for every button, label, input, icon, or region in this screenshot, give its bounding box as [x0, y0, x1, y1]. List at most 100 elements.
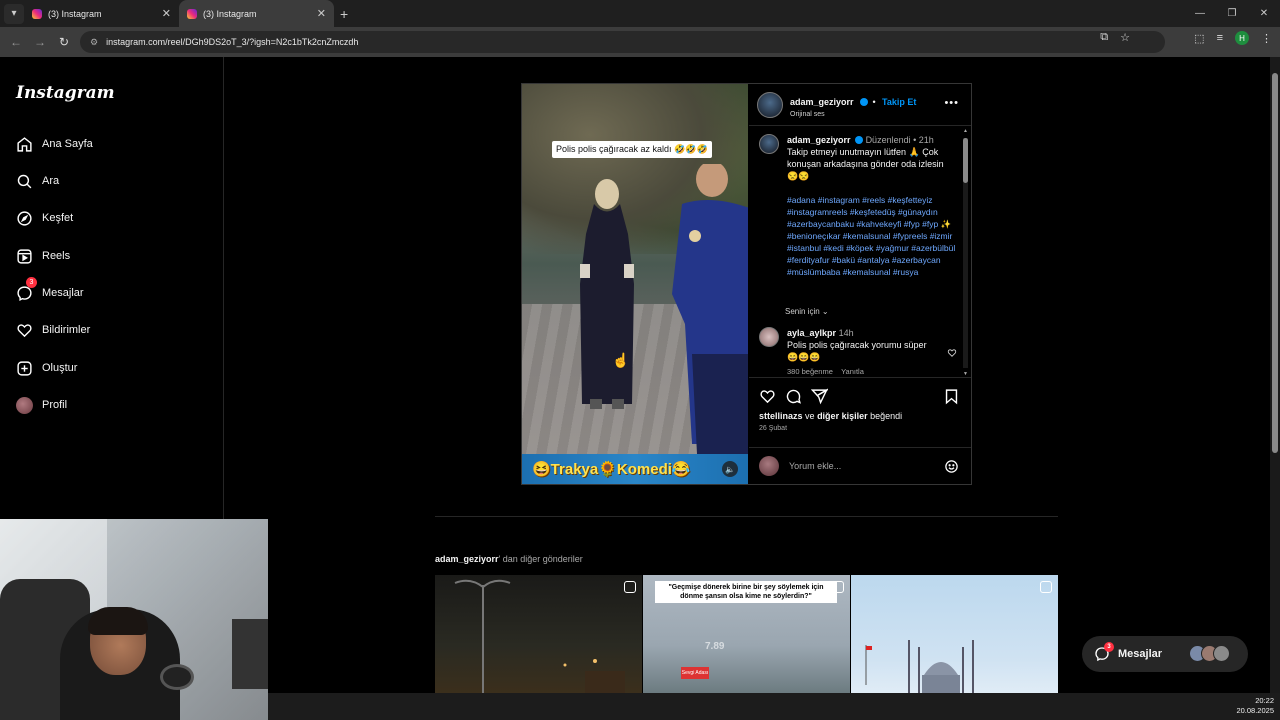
tab-close-icon[interactable]: ✕ — [162, 7, 171, 20]
more-options-icon[interactable]: ••• — [944, 97, 959, 109]
sidebar-item-label: Oluştur — [42, 362, 78, 374]
author-avatar[interactable] — [757, 91, 783, 118]
share-send-icon[interactable] — [811, 388, 828, 405]
night-street-image — [454, 579, 625, 693]
extensions-icon[interactable]: ⬚ — [1194, 32, 1204, 45]
author-avatar[interactable] — [759, 134, 779, 154]
new-tab-icon[interactable]: + — [340, 6, 348, 22]
commenter-avatar[interactable] — [759, 327, 779, 347]
sidebar-item-explore[interactable]: Keşfet — [16, 206, 73, 230]
forward-icon[interactable]: → — [28, 35, 52, 49]
video-caption-overlay: Polis polis çağıracak az kaldı 🤣🤣🤣 — [552, 141, 712, 158]
video-banner: 😆Trakya🌻Komedi😂 — [522, 454, 748, 484]
contact-avatar — [1213, 645, 1230, 662]
tab-title: (3) Instagram — [48, 8, 102, 19]
comment-input[interactable]: Yorum ekle... — [789, 461, 841, 471]
for-you-dropdown[interactable]: Senin için ⌄ — [785, 307, 829, 316]
likes-and: ve — [805, 411, 815, 421]
site-info-icon[interactable]: ⚙ — [90, 37, 98, 48]
likes-suffix: beğendi — [870, 411, 903, 421]
scroll-thumb[interactable] — [963, 138, 968, 183]
reel-type-icon — [832, 581, 844, 593]
back-icon[interactable]: ← — [4, 35, 28, 49]
sidebar-item-notifications[interactable]: Bildirimler — [16, 318, 90, 342]
sidebar-item-home[interactable]: Ana Sayfa — [16, 132, 93, 156]
floating-messages-label: Mesajlar — [1118, 648, 1163, 660]
sidebar-item-reels[interactable]: Reels — [16, 244, 70, 268]
sidebar-item-search[interactable]: Ara — [16, 169, 59, 193]
install-app-icon[interactable]: ⧉ — [1100, 31, 1108, 44]
video-person-officer — [672, 164, 748, 454]
menu-kebab-icon[interactable]: ⋮ — [1261, 32, 1272, 45]
reading-list-icon[interactable]: ≡ — [1217, 32, 1223, 44]
browser-tab-1[interactable]: (3) Instagram ✕ — [24, 0, 179, 27]
emoji-icon[interactable] — [944, 459, 959, 474]
reel-type-icon — [624, 581, 636, 593]
follow-button[interactable]: Takip Et — [882, 97, 916, 107]
sidebar-item-label: Reels — [42, 250, 71, 262]
comment-likes[interactable]: 380 beğenme — [787, 367, 833, 376]
sidebar-item-messages[interactable]: 3 Mesajlar — [16, 277, 84, 305]
page-scrollbar[interactable] — [1270, 57, 1280, 693]
browser-tab-2[interactable]: (3) Instagram ✕ — [179, 0, 334, 27]
sidebar-item-profile[interactable]: Profil — [16, 393, 67, 417]
webcam-overlay — [0, 519, 268, 720]
sidebar-item-label: Ara — [42, 175, 60, 187]
author-username[interactable]: adam_geziyorr — [790, 97, 854, 107]
verified-badge-icon — [859, 97, 868, 106]
caption-author[interactable]: adam_geziyorr — [787, 135, 851, 145]
comment-like-heart-icon[interactable] — [947, 348, 957, 358]
address-bar[interactable]: ⚙ instagram.com/reel/DGh9DS2oT_3/?igsh=N… — [80, 31, 1165, 53]
more-posts-title: adam_geziyorr' dan diğer gönderiler — [435, 554, 583, 564]
flag-icon — [865, 645, 872, 685]
webcam-shelf — [232, 619, 268, 689]
heart-icon — [17, 323, 32, 337]
instagram-favicon-icon — [32, 8, 42, 19]
like-heart-icon[interactable] — [759, 388, 776, 405]
bookmark-star-icon[interactable]: ☆ — [1120, 31, 1130, 44]
scroll-up-icon[interactable]: ▲ — [963, 128, 968, 134]
profile-avatar — [16, 396, 33, 414]
comments-section: adam_geziyorr Düzenlendi • 21h Takip etm… — [749, 126, 971, 378]
save-bookmark-icon[interactable] — [943, 388, 960, 405]
caption-hashtags[interactable]: #adana #instagram #reels #keşfetteyiz #i… — [787, 194, 957, 278]
floating-messages-button[interactable]: 3 Mesajlar — [1082, 636, 1248, 672]
tab-close-icon[interactable]: ✕ — [317, 7, 326, 20]
minimize-icon[interactable]: — — [1184, 0, 1216, 27]
thumbnail-sign: Sevgi Adası — [681, 667, 709, 679]
os-taskbar: 20:22 20.08.2025 — [268, 693, 1280, 720]
plus-square-icon — [17, 360, 32, 376]
comment-bubble-icon[interactable] — [785, 388, 802, 405]
more-posts-author[interactable]: adam_geziyorr — [435, 554, 499, 564]
tab-search-button[interactable]: ▾ — [4, 3, 24, 24]
profile-avatar-icon[interactable]: H — [1235, 31, 1249, 45]
post-header: adam_geziyorr • Takip Et Orijinal ses ••… — [749, 84, 971, 126]
reel-video[interactable]: Polis polis çağıracak az kaldı 🤣🤣🤣 😆Trak… — [522, 84, 748, 484]
comment-author[interactable]: ayla_aylkpr — [787, 328, 836, 338]
likes-user[interactable]: sttellinazs — [759, 411, 803, 421]
comments-scrollbar[interactable]: ▲ ▼ — [962, 128, 969, 377]
messages-badge: 3 — [1104, 642, 1114, 652]
caption-block: adam_geziyorr Düzenlendi • 21h Takip etm… — [759, 134, 957, 278]
page-scroll-thumb[interactable] — [1272, 73, 1278, 453]
likes-others[interactable]: diğer kişiler — [817, 411, 868, 421]
reply-button[interactable]: Yanıtla — [841, 367, 864, 376]
comment-item: ayla_aylkpr 14h Polis polis çağıracak yo… — [759, 327, 937, 377]
browser-toolbar: ← → ↻ ⚙ instagram.com/reel/DGh9DS2oT_3/?… — [0, 27, 1280, 57]
instagram-logo[interactable]: Instagram — [16, 83, 115, 103]
browser-tab-bar: ▾ (3) Instagram ✕ (3) Instagram ✕ + — ❐ … — [0, 0, 1280, 27]
scroll-down-icon[interactable]: ▼ — [963, 371, 968, 377]
webcam-microphone — [160, 664, 194, 690]
sidebar-item-label: Mesajlar — [42, 287, 84, 299]
audio-label[interactable]: Orijinal ses — [790, 111, 916, 118]
more-post-thumbnail-3[interactable] — [851, 575, 1058, 693]
more-post-thumbnail-1[interactable] — [435, 575, 642, 693]
restore-icon[interactable]: ❐ — [1216, 0, 1248, 27]
reload-icon[interactable]: ↻ — [52, 35, 76, 49]
mute-icon[interactable]: 🔈 — [722, 461, 738, 477]
more-post-thumbnail-2[interactable]: "Geçmişe dönerek birine bir şey söylemek… — [643, 575, 850, 693]
sidebar-item-create[interactable]: Oluştur — [16, 356, 77, 380]
window-close-icon[interactable]: ✕ — [1248, 0, 1280, 27]
clock-time: 20:22 — [1255, 696, 1274, 705]
system-clock[interactable]: 20:22 20.08.2025 — [1236, 696, 1274, 716]
